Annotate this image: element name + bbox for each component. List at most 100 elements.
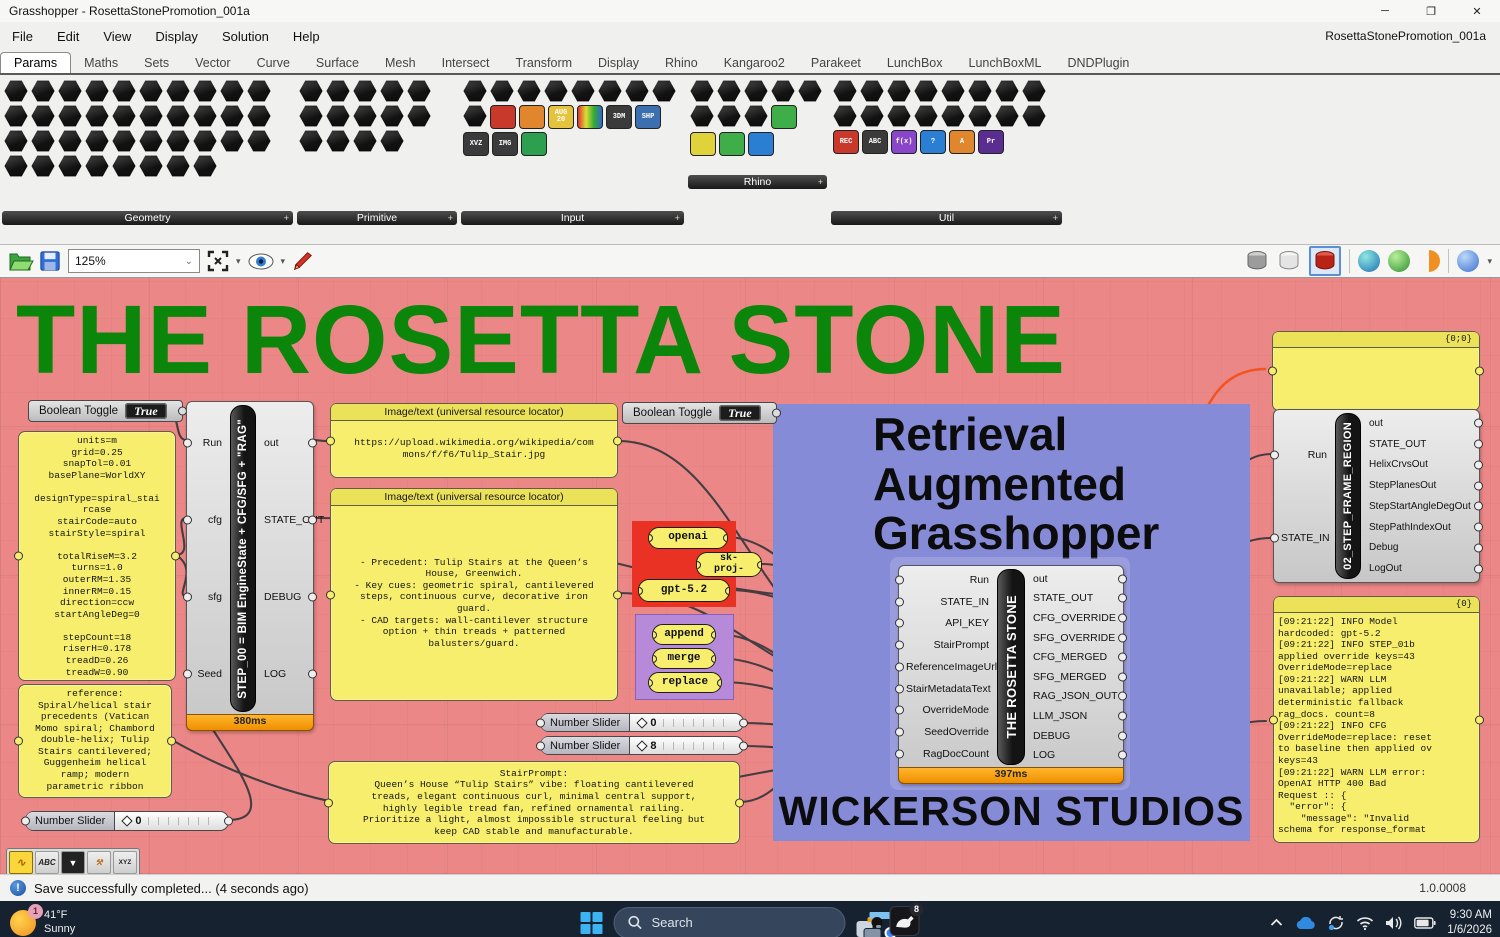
tab[interactable]: Surface [303,53,372,73]
blue-sphere-icon[interactable] [1457,250,1480,272]
ribbon-icon[interactable]: ? [920,130,946,154]
ribbon-icon[interactable]: ABC [862,130,888,154]
tab[interactable]: Maths [71,53,131,73]
tab[interactable]: Parakeet [798,53,874,73]
toggle-value[interactable]: True [125,403,167,419]
merge-pill[interactable]: merge [652,648,716,669]
half-preview-icon[interactable] [1418,250,1441,272]
output-port[interactable]: DEBUG [1026,730,1123,742]
ribbon-icon[interactable] [521,132,547,156]
model-pill[interactable]: gpt-5.2 [638,579,730,602]
tab[interactable]: LunchBox [874,53,956,73]
ribbon-icon[interactable] [58,155,82,177]
ribbon-icon[interactable] [914,80,938,102]
text-abc-icon[interactable]: ABC [35,851,59,874]
ribbon-icon[interactable]: IMG [492,132,518,156]
ribbon-icon[interactable] [299,130,323,152]
input-port[interactable]: cfg [187,514,229,526]
input-port[interactable]: sfg [187,591,229,603]
component-step00[interactable]: Run cfg sfg Seed STEP_00 = BIM EngineState … [186,401,324,731]
start-button[interactable] [580,911,603,934]
ribbon-icon[interactable] [193,130,217,152]
ribbon-icon[interactable] [220,130,244,152]
ribbon-icon[interactable] [744,105,768,127]
reference-panel[interactable]: reference: Spiral/helical stair preceden… [18,684,172,798]
output-cell-panel[interactable]: {0;0} [1272,331,1480,411]
ribbon-icon[interactable] [833,80,857,102]
ribbon-icon[interactable] [58,105,82,127]
ribbon-icon[interactable] [771,80,795,102]
input-port[interactable]: ReferenceImageUrl [899,661,997,673]
ribbon-icon[interactable] [4,155,28,177]
zoom-extents-icon[interactable] [207,250,229,272]
wrench-icon[interactable]: ⚒ [87,851,111,874]
slider-grip[interactable] [636,716,648,729]
output-port[interactable]: LogOut [1362,563,1479,574]
wifi-icon[interactable] [1356,916,1374,930]
output-port[interactable]: STATE_OUT [257,514,324,526]
ribbon-icon[interactable] [193,105,217,127]
menu-item[interactable]: Edit [45,29,91,44]
output-port[interactable]: LOG [1026,749,1123,761]
input-port[interactable]: RagDocCount [899,748,996,760]
toggle-value[interactable]: True [719,405,761,421]
ribbon-group-label[interactable]: Input + [461,211,684,225]
ribbon-icon[interactable] [968,80,992,102]
slider-grip[interactable] [636,739,648,752]
ribbon-icon[interactable] [139,80,163,102]
output-port[interactable]: Debug [1362,542,1479,553]
ribbon-icon[interactable] [463,105,487,127]
input-port[interactable]: Run [1274,449,1334,461]
output-port[interactable]: CFG_MERGED [1026,651,1123,663]
ribbon-icon[interactable] [4,130,28,152]
output-port[interactable]: LLM_JSON [1026,710,1123,722]
ribbon-icon[interactable] [833,105,857,127]
ribbon-icon[interactable] [490,80,514,102]
ribbon-icon[interactable] [166,105,190,127]
ribbon-icon[interactable] [112,155,136,177]
ribbon-icon[interactable] [380,130,404,152]
output-port[interactable]: HelixCrvsOut [1362,459,1479,470]
input-port[interactable]: STATE_IN [899,596,996,608]
zoom-select[interactable]: 125% ⌄ [68,249,200,273]
ribbon-icon[interactable] [690,132,716,156]
ribbon-icon[interactable] [941,80,965,102]
ribbon-icon[interactable] [85,130,109,152]
menu-item[interactable]: Solution [210,29,281,44]
expand-plus-icon[interactable]: + [818,175,823,189]
ribbon-icon[interactable] [887,105,911,127]
sketch-pencil-icon[interactable] [292,250,314,272]
ribbon-icon[interactable] [139,105,163,127]
ribbon-icon[interactable] [299,80,323,102]
tab[interactable]: LunchBoxML [956,53,1055,73]
ribbon-icon[interactable] [719,132,745,156]
stair-prompt-panel[interactable]: StairPrompt: Queen’s House “Tulip Stairs… [328,761,740,844]
ribbon-icon[interactable] [995,80,1019,102]
tray-chevron-icon[interactable] [1270,918,1283,927]
tab[interactable]: Params [0,52,72,73]
chevron-down-icon[interactable]: ▾ [236,256,241,267]
component-capsule[interactable]: STEP_00 = BIM EngineState + CFG/SFG + "R… [230,405,256,712]
menu-item[interactable]: View [91,29,143,44]
ribbon-group-label[interactable]: Geometry + [2,211,293,225]
tab[interactable]: Curve [244,53,303,73]
ribbon-icon[interactable] [717,105,741,127]
output-port[interactable]: StepPlanesOut [1362,480,1479,491]
input-port[interactable]: Run [187,437,229,449]
ribbon-icon[interactable] [58,80,82,102]
ribbon-icon[interactable] [407,80,431,102]
output-port[interactable]: SFG_OVERRIDE [1026,632,1123,644]
output-port[interactable]: STATE_OUT [1026,592,1123,604]
expand-plus-icon[interactable]: + [284,211,289,225]
ribbon-icon[interactable] [380,80,404,102]
ribbon-icon[interactable] [85,105,109,127]
ribbon-icon[interactable] [577,105,603,129]
ribbon-icon[interactable] [625,80,649,102]
ribbon-icon[interactable] [463,80,487,102]
slider-track[interactable] [148,817,218,825]
input-port[interactable]: StairMetadataText [899,683,996,695]
input-port[interactable]: STATE_IN [1274,532,1334,544]
slider-grip[interactable] [121,815,133,827]
input-port[interactable]: OverrideMode [899,704,996,716]
save-file-icon[interactable] [39,250,61,272]
